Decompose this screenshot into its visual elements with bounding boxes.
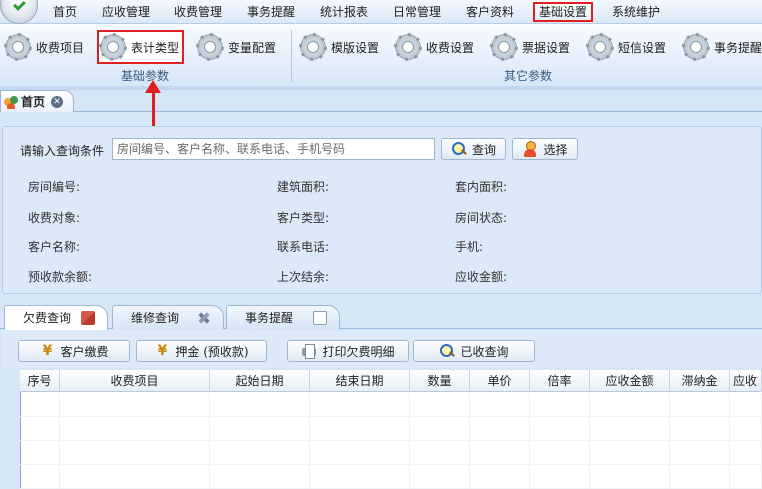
tab-home[interactable]: 首页 ✕ — [0, 90, 74, 112]
tab-label: 欠费查询 — [23, 311, 72, 325]
search-icon — [439, 343, 455, 359]
menu-item-system[interactable]: 系统维护 — [606, 4, 666, 21]
tab-label: 事务提醒 — [245, 311, 294, 325]
ribbon-button-label: 事务提醒 — [714, 40, 762, 55]
menu-item-customers[interactable]: 客户资料 — [460, 4, 520, 21]
column-header[interactable]: 数量 — [410, 370, 470, 392]
ribbon-group-separator — [291, 30, 292, 82]
column-header[interactable]: 应收 — [730, 370, 762, 392]
close-icon[interactable]: ✕ — [51, 95, 64, 108]
paid-query-label: 已收查询 — [460, 344, 509, 359]
users-icon — [4, 95, 18, 109]
calendar-icon — [313, 310, 328, 325]
table-header: 序号 收费项目 起始日期 结束日期 数量 单价 倍率 应收金额 滞纳金 应收 — [20, 370, 762, 392]
print-arrears-button[interactable]: 打印欠费明细 — [287, 340, 409, 362]
column-header[interactable]: 起始日期 — [210, 370, 310, 392]
ribbon-meter-type-button[interactable]: 表计类型 — [97, 30, 185, 64]
select-button[interactable]: 选择 — [512, 138, 578, 160]
user-icon — [522, 141, 538, 157]
menu-item-reminders[interactable]: 事务提醒 — [241, 4, 301, 21]
customer-payment-label: 客户缴费 — [60, 344, 109, 359]
gear-icon — [586, 33, 614, 61]
tab-arrears-query[interactable]: 欠费查询 — [4, 305, 108, 330]
field-room-number: 房间编号: — [28, 180, 81, 194]
ribbon-template-settings-button[interactable]: 模版设置 — [299, 32, 379, 62]
tab-reminders[interactable]: 事务提醒 — [226, 305, 340, 329]
ribbon-invoice-settings-button[interactable]: 票据设置 — [490, 32, 570, 62]
ribbon-variable-config-button[interactable]: 变量配置 — [196, 32, 276, 62]
field-customer-type: 客户类型: — [277, 211, 330, 225]
field-last-balance: 上次结余: — [277, 270, 330, 284]
column-header[interactable]: 倍率 — [530, 370, 590, 392]
ribbon-button-label: 变量配置 — [228, 40, 277, 55]
ribbon-button-label: 模版设置 — [331, 40, 380, 55]
ribbon-button-label: 短信设置 — [618, 40, 667, 55]
ribbon-reminder-settings-button[interactable]: 事务提醒 — [682, 32, 762, 62]
column-header[interactable]: 应收金额 — [590, 370, 670, 392]
query-label: 请输入查询条件 — [20, 144, 105, 158]
tab-repair-query[interactable]: 维修查询 — [112, 305, 224, 329]
menu-item-daily[interactable]: 日常管理 — [387, 4, 447, 21]
ribbon-button-label: 表计类型 — [131, 40, 180, 55]
yen-icon: ¥ — [42, 343, 53, 359]
ribbon-sms-settings-button[interactable]: 短信设置 — [586, 32, 666, 62]
box-icon — [81, 310, 96, 325]
menu-item-receivables[interactable]: 应收管理 — [96, 4, 156, 21]
paid-query-button[interactable]: 已收查询 — [413, 340, 535, 362]
table-body — [20, 393, 762, 489]
customer-payment-button[interactable]: ¥ 客户缴费 — [18, 340, 130, 362]
field-building-area: 建筑面积: — [277, 180, 330, 194]
field-contact-phone: 联系电话: — [277, 240, 330, 254]
menu-item-reports[interactable]: 统计报表 — [314, 4, 374, 21]
search-icon — [451, 141, 467, 157]
gear-icon — [299, 33, 327, 61]
column-header[interactable]: 单价 — [470, 370, 530, 392]
menu-item-charges[interactable]: 收费管理 — [168, 4, 228, 21]
field-customer-name: 客户名称: — [28, 240, 81, 254]
column-header[interactable]: 结束日期 — [310, 370, 410, 392]
field-charge-target: 收费对象: — [28, 211, 81, 225]
gear-icon — [196, 33, 224, 61]
print-arrears-label: 打印欠费明细 — [322, 344, 395, 359]
deposit-button[interactable]: ¥ 押金 (预收款) — [136, 340, 267, 362]
menu-item-basic-settings[interactable]: 基础设置 — [533, 2, 593, 22]
ribbon-charge-items-button[interactable]: 收费项目 — [4, 32, 84, 62]
tab-home-label: 首页 — [21, 95, 46, 109]
search-button[interactable]: 查询 — [441, 138, 506, 160]
table-row — [20, 441, 762, 465]
yen-icon: ¥ — [157, 343, 168, 359]
gear-icon — [394, 33, 422, 61]
column-header[interactable]: 序号 — [20, 370, 60, 392]
deposit-label: 押金 (预收款) — [175, 344, 249, 359]
gear-icon — [99, 33, 127, 61]
gear-icon — [490, 33, 518, 61]
ribbon-button-label: 收费设置 — [426, 40, 475, 55]
gear-icon — [682, 33, 710, 61]
tools-icon — [197, 311, 211, 325]
tab-label: 维修查询 — [131, 311, 180, 325]
ribbon-button-label: 收费项目 — [36, 40, 85, 55]
search-button-label: 查询 — [471, 142, 496, 157]
gear-icon — [4, 33, 32, 61]
ribbon-button-label: 票据设置 — [522, 40, 571, 55]
ribbon-group-label-other: 其它参数 — [503, 69, 552, 83]
ribbon-charge-settings-button[interactable]: 收费设置 — [394, 32, 474, 62]
menu-item-home[interactable]: 首页 — [46, 4, 84, 21]
field-prepaid-balance: 预收款余额: — [28, 270, 93, 284]
document-tab-bar — [0, 90, 762, 112]
search-input[interactable] — [112, 138, 435, 160]
column-header[interactable]: 滞纳金 — [670, 370, 730, 392]
field-mobile: 手机: — [455, 240, 484, 254]
table-row — [20, 393, 762, 417]
field-room-status: 房间状态: — [455, 211, 508, 225]
printer-icon — [301, 343, 317, 359]
field-interior-area: 套内面积: — [455, 180, 508, 194]
field-amount-due: 应收金额: — [455, 270, 508, 284]
table-row — [20, 417, 762, 441]
column-header[interactable]: 收费项目 — [60, 370, 210, 392]
table-row — [20, 465, 762, 489]
select-button-label: 选择 — [543, 142, 568, 157]
